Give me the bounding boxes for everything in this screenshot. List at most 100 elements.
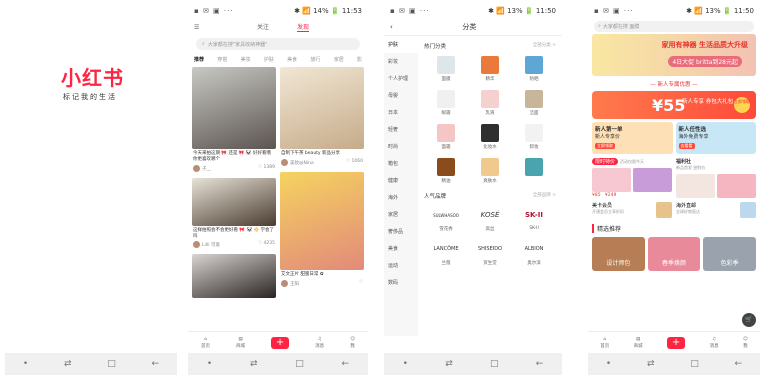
back-icon[interactable]: ← xyxy=(735,359,743,369)
tab-me[interactable]: ☺ 我 xyxy=(743,337,748,349)
coupon-banner[interactable]: ¥55 新人专享 券包大礼包 立即领取 xyxy=(592,91,756,119)
sidebar-item[interactable]: 彩妆 xyxy=(384,53,418,70)
note-card[interactable]: 艾文正片 甜蜜日常 ✿ 王阳 ♡ xyxy=(280,171,364,289)
home-icon[interactable]: □ xyxy=(107,359,116,369)
avatar xyxy=(281,279,288,287)
category-item[interactable] xyxy=(512,158,556,184)
brand-grid: SULWHASOO 雪花秀 KOSÉ 高丝 SK-II SK-II LANCÔME 兰蔻… xyxy=(424,206,556,266)
sidebar-item[interactable]: 运动 xyxy=(384,257,418,274)
system-navbar: • ⇄ □ ← xyxy=(188,353,368,375)
category-item[interactable]: 面霜 xyxy=(424,124,468,150)
brand-item[interactable]: KOSÉ 高丝 xyxy=(468,206,512,232)
nav-dot-icon[interactable]: • xyxy=(403,359,408,369)
category-item[interactable]: 爽肤水 xyxy=(468,158,512,184)
brand-more-link[interactable]: 全部品牌 > xyxy=(533,192,556,200)
claim-button[interactable]: 立即领取 xyxy=(734,97,750,113)
note-card[interactable]: 今天来拍这期 🎀 还是 🎀 🐼 好好看哦 你更喜欢哪个 子__ ♡ 1389 xyxy=(192,67,276,174)
sidebar-item[interactable]: 母婴 xyxy=(384,87,418,104)
tab-mall[interactable]: ▤ 商城 xyxy=(236,337,245,349)
sidebar-item[interactable]: 日本 xyxy=(384,104,418,121)
category-item[interactable]: 乳液 xyxy=(468,90,512,116)
category-tab[interactable]: 旅行 xyxy=(310,56,320,63)
sidebar-item[interactable]: 个人护理 xyxy=(384,70,418,87)
sidebar-item[interactable]: 时尚 xyxy=(384,138,418,155)
category-tab[interactable]: 家居 xyxy=(334,56,344,63)
back-icon[interactable]: ← xyxy=(342,359,350,369)
sidebar-item[interactable]: 家居 xyxy=(384,206,418,223)
tab-home[interactable]: ⌂ 首页 xyxy=(600,337,609,349)
overseas-direct[interactable]: 海外直邮 全球好物直达 xyxy=(676,202,756,218)
sidebar-item[interactable]: 海外 xyxy=(384,189,418,206)
splash-screen: 小红书 标记我的生活 xyxy=(5,4,177,353)
back-icon[interactable]: ← xyxy=(536,359,544,369)
sidebar-item[interactable]: 美食 xyxy=(384,240,418,257)
tab-home[interactable]: ⌂ 首页 xyxy=(201,337,210,349)
recent-apps-icon[interactable]: ⇄ xyxy=(445,359,453,369)
rec-card[interactable]: 色彩季 xyxy=(703,237,757,271)
search-input[interactable]: ⌕ 大家都在搜 面膜 xyxy=(594,20,754,32)
tab-messages[interactable]: ♫ 消息 xyxy=(315,337,324,349)
category-item[interactable]: 精油 xyxy=(424,158,468,184)
brand-item[interactable]: SK-II SK-II xyxy=(512,206,556,232)
category-tab[interactable]: 护肤 xyxy=(264,56,274,63)
new-user-choose[interactable]: 新人任性选 海外免费专享 去看看 xyxy=(675,122,756,154)
recent-apps-icon[interactable]: ⇄ xyxy=(647,359,655,369)
tab-me[interactable]: ☺ 我 xyxy=(350,337,355,349)
note-card[interactable]: 自制下午茶 beauty 新品分享 美妆@Nina ♡ 1060 xyxy=(280,67,364,168)
category-tab[interactable]: 穿搭 xyxy=(217,56,227,63)
search-input[interactable]: ⌕ 大家都在搜"家具收纳神器" xyxy=(196,38,360,50)
sidebar-item[interactable]: 健康 xyxy=(384,172,418,189)
promo-banner[interactable]: 家用有神器 生活品质大升级 4日大促 britta到28元起 xyxy=(592,34,756,76)
recent-apps-icon[interactable]: ⇄ xyxy=(250,359,258,369)
note-card[interactable] xyxy=(192,254,276,299)
tab-label: 我 xyxy=(350,343,355,349)
sidebar-item[interactable]: 轻奢 xyxy=(384,121,418,138)
welfare-club[interactable]: 福利社 新品首发 尝鲜价 xyxy=(676,158,756,198)
home-icon[interactable]: □ xyxy=(690,359,699,369)
brand-item[interactable]: ALBION 奥尔滨 xyxy=(512,240,556,266)
tab-mall[interactable]: ▤ 商城 xyxy=(634,337,643,349)
search-icon: ⌕ xyxy=(202,41,205,47)
home-icon[interactable]: □ xyxy=(490,359,499,369)
recent-apps-icon[interactable]: ⇄ xyxy=(64,359,72,369)
category-item[interactable]: 防晒 xyxy=(512,56,556,82)
more-link[interactable]: 全部分类 > xyxy=(533,42,556,50)
note-user: Lilli 可爱 xyxy=(202,243,220,249)
category-item[interactable]: 洁面 xyxy=(512,90,556,116)
brand-item[interactable]: LANCÔME 兰蔻 xyxy=(424,240,468,266)
brand-item[interactable]: SHISEIDO 资生堂 xyxy=(468,240,512,266)
rec-card[interactable]: 设计师包 xyxy=(592,237,645,271)
flash-sale[interactable]: 限时特价 活动仅限今天 ¥85 ¥249 xyxy=(592,158,672,198)
home-icon[interactable]: □ xyxy=(295,359,304,369)
note-card[interactable]: 这样拍照会不会更好看 🎀 🐼 🔆 学会了吗 Lilli 可爱 ♡ 4235 xyxy=(192,177,276,251)
tab-discover[interactable]: 发现 xyxy=(297,22,310,32)
nav-dot-icon[interactable]: • xyxy=(23,359,28,369)
menu-icon[interactable]: ☰ xyxy=(194,24,204,31)
category-item[interactable]: 卸妆 xyxy=(512,124,556,150)
category-item[interactable]: 精华 xyxy=(468,56,512,82)
cart-icon[interactable]: 🛒 xyxy=(742,313,756,327)
sidebar-item[interactable]: 护肤 xyxy=(384,36,418,53)
add-note-button[interactable]: + xyxy=(667,336,686,349)
nav-dot-icon[interactable]: • xyxy=(606,359,611,369)
category-item[interactable]: 眼霜 xyxy=(424,90,468,116)
member-card[interactable]: 美卡会员 开通会员立享折扣 xyxy=(592,202,672,218)
category-tab[interactable]: 美食 xyxy=(287,56,297,63)
sidebar-item[interactable]: 奢侈品 xyxy=(384,223,418,240)
nav-dot-icon[interactable]: • xyxy=(207,359,212,369)
brand-item[interactable]: SULWHASOO 雪花秀 xyxy=(424,206,468,233)
tab-label: 首页 xyxy=(201,343,211,349)
category-tab[interactable]: 美妆 xyxy=(241,56,251,63)
category-tab[interactable]: 推荐 xyxy=(194,56,204,63)
tab-follow[interactable]: 关注 xyxy=(257,22,269,32)
new-user-first-order[interactable]: 新人第一单 新人专享价 立即领取 xyxy=(592,122,673,154)
sidebar-item[interactable]: 箱包 xyxy=(384,155,418,172)
sidebar-item[interactable]: 数码 xyxy=(384,274,418,291)
add-note-button[interactable]: + xyxy=(271,336,290,349)
category-tab[interactable]: 影 xyxy=(357,56,362,63)
category-item[interactable]: 面膜 xyxy=(424,56,468,82)
back-icon[interactable]: ← xyxy=(152,359,160,369)
category-item[interactable]: 化妆水 xyxy=(468,124,512,150)
tab-messages[interactable]: ♫ 消息 xyxy=(710,337,719,349)
rec-card[interactable]: 春季焕颜 xyxy=(647,237,701,271)
